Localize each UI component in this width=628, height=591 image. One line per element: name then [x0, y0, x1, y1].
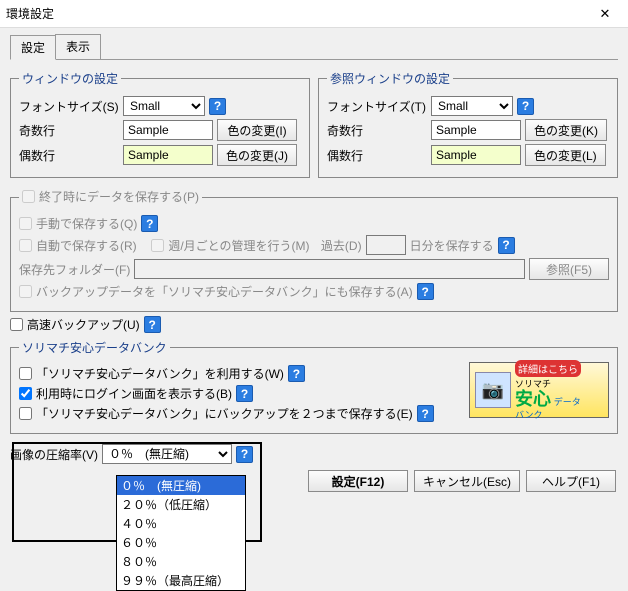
browse-button: 参照(F5) — [529, 258, 609, 280]
use-databank-checkbox[interactable]: 「ソリマチ安心データバンク」を利用する(W) — [19, 365, 284, 382]
fast-backup-checkbox[interactable]: 高速バックアップ(U) — [10, 316, 140, 333]
ref-font-size-label: フォントサイズ(T) — [327, 98, 427, 115]
ad-big: 安心 — [515, 389, 551, 409]
even-row-label: 偶数行 — [19, 147, 119, 164]
databank-legend: ソリマチ安心データバンク — [19, 339, 170, 356]
compression-option[interactable]: ０％ (無圧縮) — [117, 476, 245, 495]
window-settings-group: ウィンドウの設定 フォントサイズ(S) Small ? 奇数行 Sample 色… — [10, 70, 310, 178]
ref-window-settings-group: 参照ウィンドウの設定 フォントサイズ(T) Small ? 奇数行 Sample… — [318, 70, 618, 178]
close-icon: ✕ — [600, 6, 611, 22]
save-folder-input — [134, 259, 525, 279]
compression-select[interactable]: ０％ (無圧縮) — [102, 444, 232, 464]
ref-odd-row-label: 奇数行 — [327, 122, 427, 139]
two-copies-checkbox[interactable]: 「ソリマチ安心データバンク」にバックアップを２つまで保存する(E) — [19, 405, 413, 422]
font-size-label: フォントサイズ(S) — [19, 98, 119, 115]
help-button[interactable]: ヘルプ(F1) — [526, 470, 616, 492]
tab-settings[interactable]: 設定 — [10, 35, 56, 60]
login-screen-checkbox[interactable]: 利用時にログイン画面を表示する(B) — [19, 385, 232, 402]
also-databank-checkbox: バックアップデータを「ソリマチ安心データバンク」にも保存する(A) — [19, 283, 413, 300]
close-button[interactable]: ✕ — [588, 3, 622, 25]
ref-even-row-sample: Sample — [431, 145, 521, 165]
ref-odd-row-sample: Sample — [431, 120, 521, 140]
help-icon[interactable]: ? — [144, 316, 161, 333]
compression-option[interactable]: ６０％ — [117, 533, 245, 552]
help-icon[interactable]: ? — [498, 237, 515, 254]
help-icon[interactable]: ? — [141, 215, 158, 232]
compression-label: 画像の圧縮率(V) — [10, 446, 98, 463]
help-icon[interactable]: ? — [417, 405, 434, 422]
window-settings-legend: ウィンドウの設定 — [19, 70, 121, 87]
odd-row-color-button[interactable]: 色の変更(I) — [217, 119, 297, 141]
help-icon[interactable]: ? — [209, 98, 226, 115]
cancel-button[interactable]: キャンセル(Esc) — [414, 470, 520, 492]
past-label: 過去(D) — [321, 237, 362, 254]
days-suffix: 日分を保存する — [410, 237, 494, 254]
ref-window-settings-legend: 参照ウィンドウの設定 — [327, 70, 453, 87]
save-on-exit-checkbox[interactable]: 終了時にデータを保存する(P) — [22, 188, 199, 205]
ref-font-size-select[interactable]: Small — [431, 96, 513, 116]
past-days-input — [366, 235, 406, 255]
camera-icon: 📷 — [475, 372, 511, 408]
auto-save-checkbox: 自動で保存する(R) — [19, 237, 137, 254]
tab-display[interactable]: 表示 — [55, 34, 101, 59]
help-icon[interactable]: ? — [417, 283, 434, 300]
ref-even-row-color-button[interactable]: 色の変更(L) — [525, 144, 606, 166]
ad-tag: 詳細はこちら — [515, 360, 581, 377]
odd-row-sample: Sample — [123, 120, 213, 140]
compression-option[interactable]: ４０％ — [117, 514, 245, 533]
databank-ad[interactable]: 📷 詳細はこちら ソリマチ 安心 データ バンク — [469, 362, 609, 418]
manual-save-checkbox: 手動で保存する(Q) — [19, 215, 137, 232]
weekly-manage-checkbox: 週/月ごとの管理を行う(M) — [151, 237, 309, 254]
set-button[interactable]: 設定(F12) — [308, 470, 408, 492]
compression-option[interactable]: ８０％ — [117, 552, 245, 571]
tabs: 設定 表示 — [10, 34, 618, 60]
compression-option[interactable]: ９９％（最高圧縮） — [117, 571, 245, 590]
save-on-exit-group: 終了時にデータを保存する(P) 手動で保存する(Q) ? 自動で保存する(R) … — [10, 188, 618, 312]
font-size-select[interactable]: Small — [123, 96, 205, 116]
odd-row-label: 奇数行 — [19, 122, 119, 139]
ref-odd-row-color-button[interactable]: 色の変更(K) — [525, 119, 607, 141]
help-icon[interactable]: ? — [236, 385, 253, 402]
help-icon[interactable]: ? — [236, 446, 253, 463]
databank-group: ソリマチ安心データバンク 「ソリマチ安心データバンク」を利用する(W) ? 利用… — [10, 339, 618, 434]
even-row-sample: Sample — [123, 145, 213, 165]
compression-option[interactable]: ２０％（低圧縮） — [117, 495, 245, 514]
even-row-color-button[interactable]: 色の変更(J) — [217, 144, 297, 166]
ref-even-row-label: 偶数行 — [327, 147, 427, 164]
save-folder-label: 保存先フォルダー(F) — [19, 261, 130, 278]
help-icon[interactable]: ? — [288, 365, 305, 382]
help-icon[interactable]: ? — [517, 98, 534, 115]
window-title: 環境設定 — [6, 5, 54, 22]
compression-dropdown-list[interactable]: ０％ (無圧縮)２０％（低圧縮）４０％６０％８０％９９％（最高圧縮） — [116, 475, 246, 591]
title-bar: 環境設定 ✕ — [0, 0, 628, 28]
